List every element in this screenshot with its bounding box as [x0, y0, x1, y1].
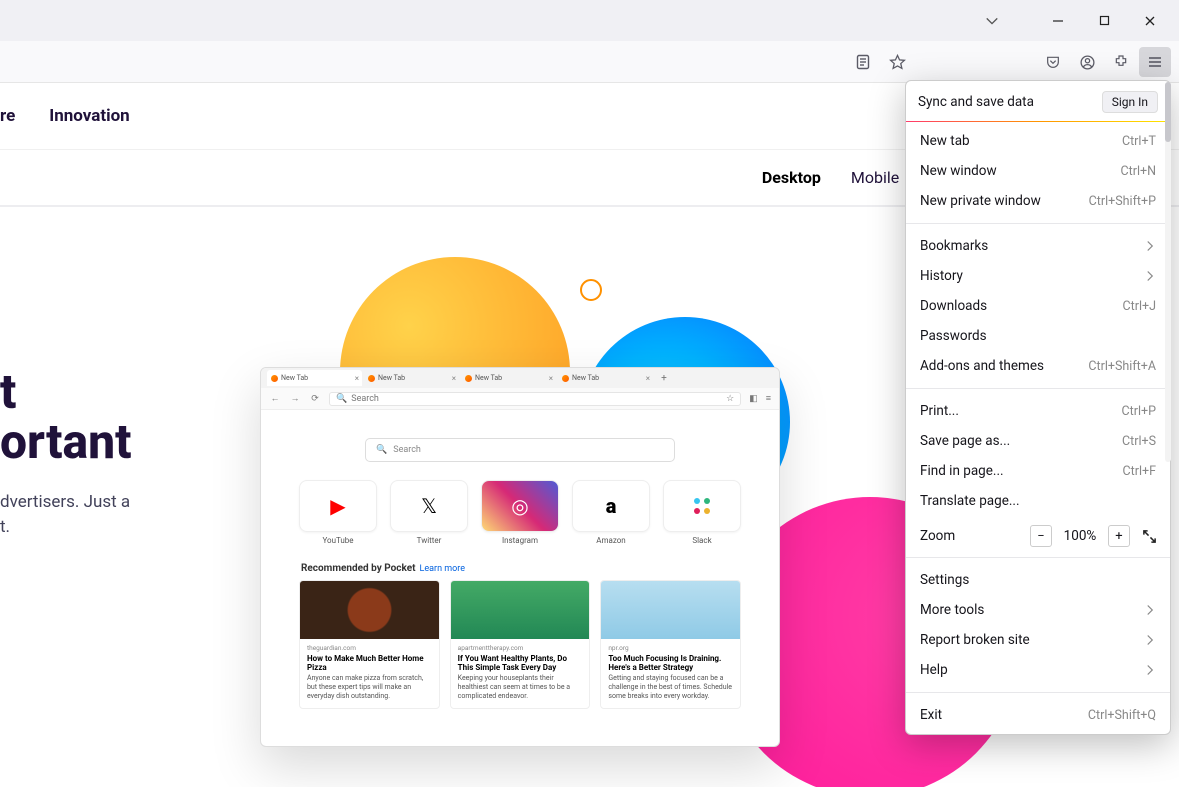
tile-slack: Slack — [663, 480, 741, 545]
mock-topsites: ▶YouTube 𝕏Twitter ◎Instagram aAmazon Sla… — [291, 480, 749, 545]
hamburger-menu-icon[interactable] — [1139, 47, 1171, 77]
menu-item-new-private-window[interactable]: New private windowCtrl+Shift+P — [906, 186, 1170, 216]
close-button[interactable] — [1127, 5, 1173, 37]
menu-item-help[interactable]: Help — [906, 655, 1170, 685]
fwd-icon: → — [289, 393, 301, 404]
menu-item-history[interactable]: History — [906, 261, 1170, 291]
tab-desktop[interactable]: Desktop — [762, 168, 821, 187]
maximize-button[interactable] — [1081, 5, 1127, 37]
site-nav: re Innovation — [0, 106, 130, 126]
mock-card: npr.orgToo Much Focusing Is Draining. He… — [600, 580, 741, 709]
mock-tab: New Tab× — [558, 370, 653, 386]
reader-icon[interactable] — [847, 47, 879, 77]
hero-copy: tortant dvertisers. Just at. — [0, 367, 131, 541]
mock-toolbar: ← → ⟳ 🔍Search☆ ◧ ≡ — [261, 388, 779, 410]
menu-item-downloads[interactable]: DownloadsCtrl+J — [906, 291, 1170, 321]
tile-instagram: ◎Instagram — [481, 480, 559, 545]
hero-description: dvertisers. Just at. — [0, 490, 131, 541]
extensions-icon[interactable] — [1105, 47, 1137, 77]
menu-item-save-page-as[interactable]: Save page as...Ctrl+S — [906, 426, 1170, 456]
menu-item-translate-page[interactable]: Translate page... — [906, 486, 1170, 516]
tabs-dropdown-chevron-icon[interactable] — [969, 5, 1015, 37]
tile-youtube: ▶YouTube — [299, 480, 377, 545]
menu-item-new-tab[interactable]: New tabCtrl+T — [906, 126, 1170, 156]
mock-menu-icon: ≡ — [766, 393, 771, 404]
menu-item-bookmarks[interactable]: Bookmarks — [906, 231, 1170, 261]
menu-exit[interactable]: Exit Ctrl+Shift+Q — [906, 700, 1170, 730]
tile-twitter: 𝕏Twitter — [390, 480, 468, 545]
tile-amazon: aAmazon — [572, 480, 650, 545]
account-icon[interactable] — [1071, 47, 1103, 77]
menu-item-settings[interactable]: Settings — [906, 565, 1170, 595]
pocket-icon[interactable] — [1037, 47, 1069, 77]
mock-urlbar: 🔍Search☆ — [329, 392, 741, 406]
zoom-value: 100% — [1060, 528, 1100, 544]
menu-item-add-ons-and-themes[interactable]: Add-ons and themesCtrl+Shift+A — [906, 351, 1170, 381]
menu-item-find-in-page[interactable]: Find in page...Ctrl+F — [906, 456, 1170, 486]
menu-item-passwords[interactable]: Passwords — [906, 321, 1170, 351]
mock-tabstrip: New Tab× New Tab× New Tab× New Tab× + — [261, 368, 779, 388]
mock-pocket-header: Recommended by PocketLearn more — [301, 563, 749, 574]
fullscreen-icon[interactable] — [1138, 525, 1160, 547]
mock-tab: New Tab× — [461, 370, 556, 386]
menu-item-new-window[interactable]: New windowCtrl+N — [906, 156, 1170, 186]
tab-mobile[interactable]: Mobile — [851, 168, 899, 187]
mock-ext-icon: ◧ — [749, 394, 758, 404]
mock-tab: New Tab× — [267, 370, 362, 386]
mock-card: apartmenttherapy.comIf You Want Healthy … — [450, 580, 591, 709]
app-menu: Sync and save data Sign In New tabCtrl+T… — [905, 80, 1171, 735]
browser-mockup: New Tab× New Tab× New Tab× New Tab× + ← … — [260, 367, 780, 747]
decorative-ring — [580, 279, 602, 301]
zoom-out-button[interactable]: − — [1030, 525, 1052, 547]
mock-card: theguardian.comHow to Make Much Better H… — [299, 580, 440, 709]
back-icon: ← — [269, 393, 281, 404]
minimize-button[interactable] — [1035, 5, 1081, 37]
star-icon[interactable] — [881, 47, 913, 77]
nav-item[interactable]: Innovation — [49, 106, 129, 126]
menu-item-more-tools[interactable]: More tools — [906, 595, 1170, 625]
mock-newtab: + — [655, 373, 673, 384]
reload-icon: ⟳ — [309, 394, 321, 404]
menu-zoom-row: Zoom − 100% + — [906, 520, 1170, 554]
hero-title: tortant — [0, 367, 131, 468]
nav-item[interactable]: re — [0, 106, 15, 126]
mock-tab: New Tab× — [364, 370, 459, 386]
mock-search: 🔍Search — [365, 438, 675, 462]
mock-pocket-cards: theguardian.comHow to Make Much Better H… — [291, 580, 749, 709]
menu-item-report-broken-site[interactable]: Report broken site — [906, 625, 1170, 655]
titlebar — [0, 0, 1179, 41]
sign-in-button[interactable]: Sign In — [1102, 91, 1158, 113]
menu-item-print[interactable]: Print...Ctrl+P — [906, 396, 1170, 426]
menu-scrollbar[interactable] — [1165, 82, 1171, 462]
browser-toolbar — [0, 41, 1179, 83]
zoom-in-button[interactable]: + — [1108, 525, 1130, 547]
menu-sync-label[interactable]: Sync and save data — [918, 94, 1034, 110]
zoom-label: Zoom — [920, 528, 1022, 544]
